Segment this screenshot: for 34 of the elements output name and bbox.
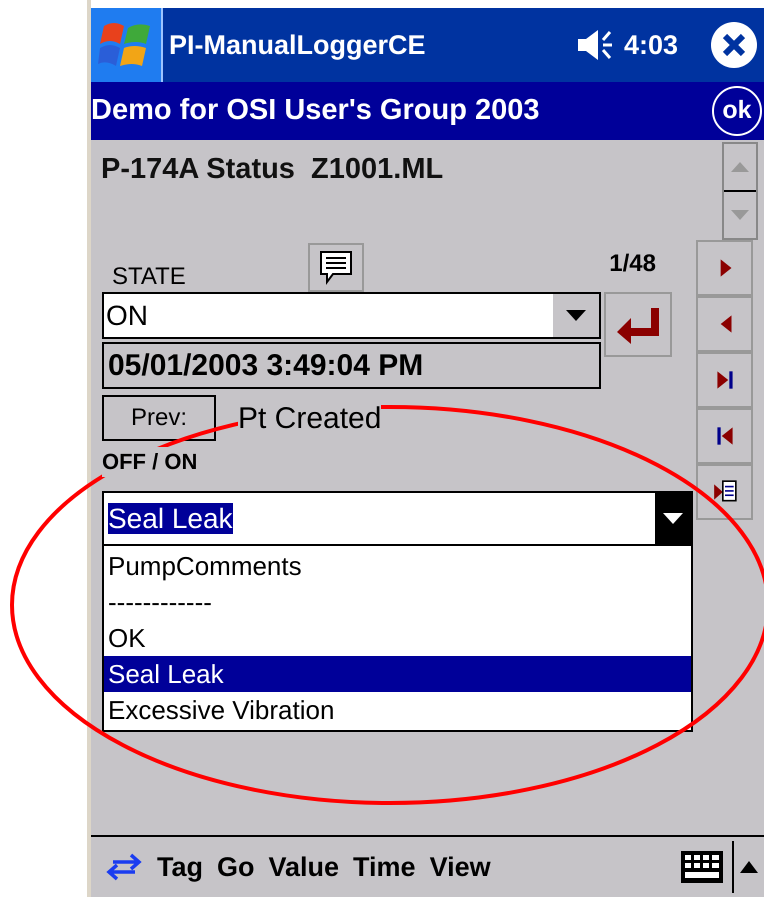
close-icon[interactable] (710, 21, 758, 69)
state-label: STATE (111, 262, 187, 292)
ok-button[interactable]: ok (712, 86, 762, 136)
start-button[interactable] (91, 8, 163, 82)
dropdown-arrow-icon (663, 513, 683, 524)
keyboard-icon[interactable] (680, 850, 724, 884)
menu-item[interactable]: Time (353, 846, 416, 888)
list-item[interactable]: OK (104, 620, 691, 656)
list-item[interactable]: Excessive Vibration (104, 692, 691, 728)
tag-title: P-174A Status Z1001.ML (101, 152, 444, 187)
enter-arrow-icon (615, 306, 661, 344)
caret-up-icon[interactable] (740, 861, 758, 873)
list-item[interactable]: ------------ (104, 584, 691, 620)
prev-button[interactable]: Prev: (102, 395, 216, 441)
header-title: Demo for OSI User's Group 2003 (91, 93, 540, 128)
notes-button[interactable] (308, 243, 364, 292)
menu-item[interactable]: Tag (157, 846, 203, 888)
menu-item[interactable]: Go (217, 846, 254, 888)
speech-bubble-icon (319, 250, 353, 286)
list-item[interactable]: PumpComments (104, 548, 691, 584)
dropdown-arrow-icon (566, 310, 586, 321)
record-counter: 1/48 (609, 249, 656, 279)
comment-dropdown[interactable]: Seal Leak (102, 491, 693, 546)
list-item[interactable]: Seal Leak (104, 656, 691, 692)
state-dropdown[interactable]: ON (102, 292, 601, 339)
nav-button[interactable] (696, 464, 753, 520)
timestamp-field[interactable]: 05/01/2003 3:49:04 PM (102, 342, 601, 389)
menu-item[interactable]: Value (268, 846, 340, 888)
digital-set-label: OFF / ON (102, 447, 198, 477)
app-title: PI-ManualLoggerCE (169, 28, 426, 62)
menu-item[interactable]: View (430, 846, 491, 888)
clock-time: 4:03 (624, 28, 678, 62)
enter-button[interactable] (604, 292, 672, 357)
swap-arrows-icon[interactable] (105, 852, 143, 882)
